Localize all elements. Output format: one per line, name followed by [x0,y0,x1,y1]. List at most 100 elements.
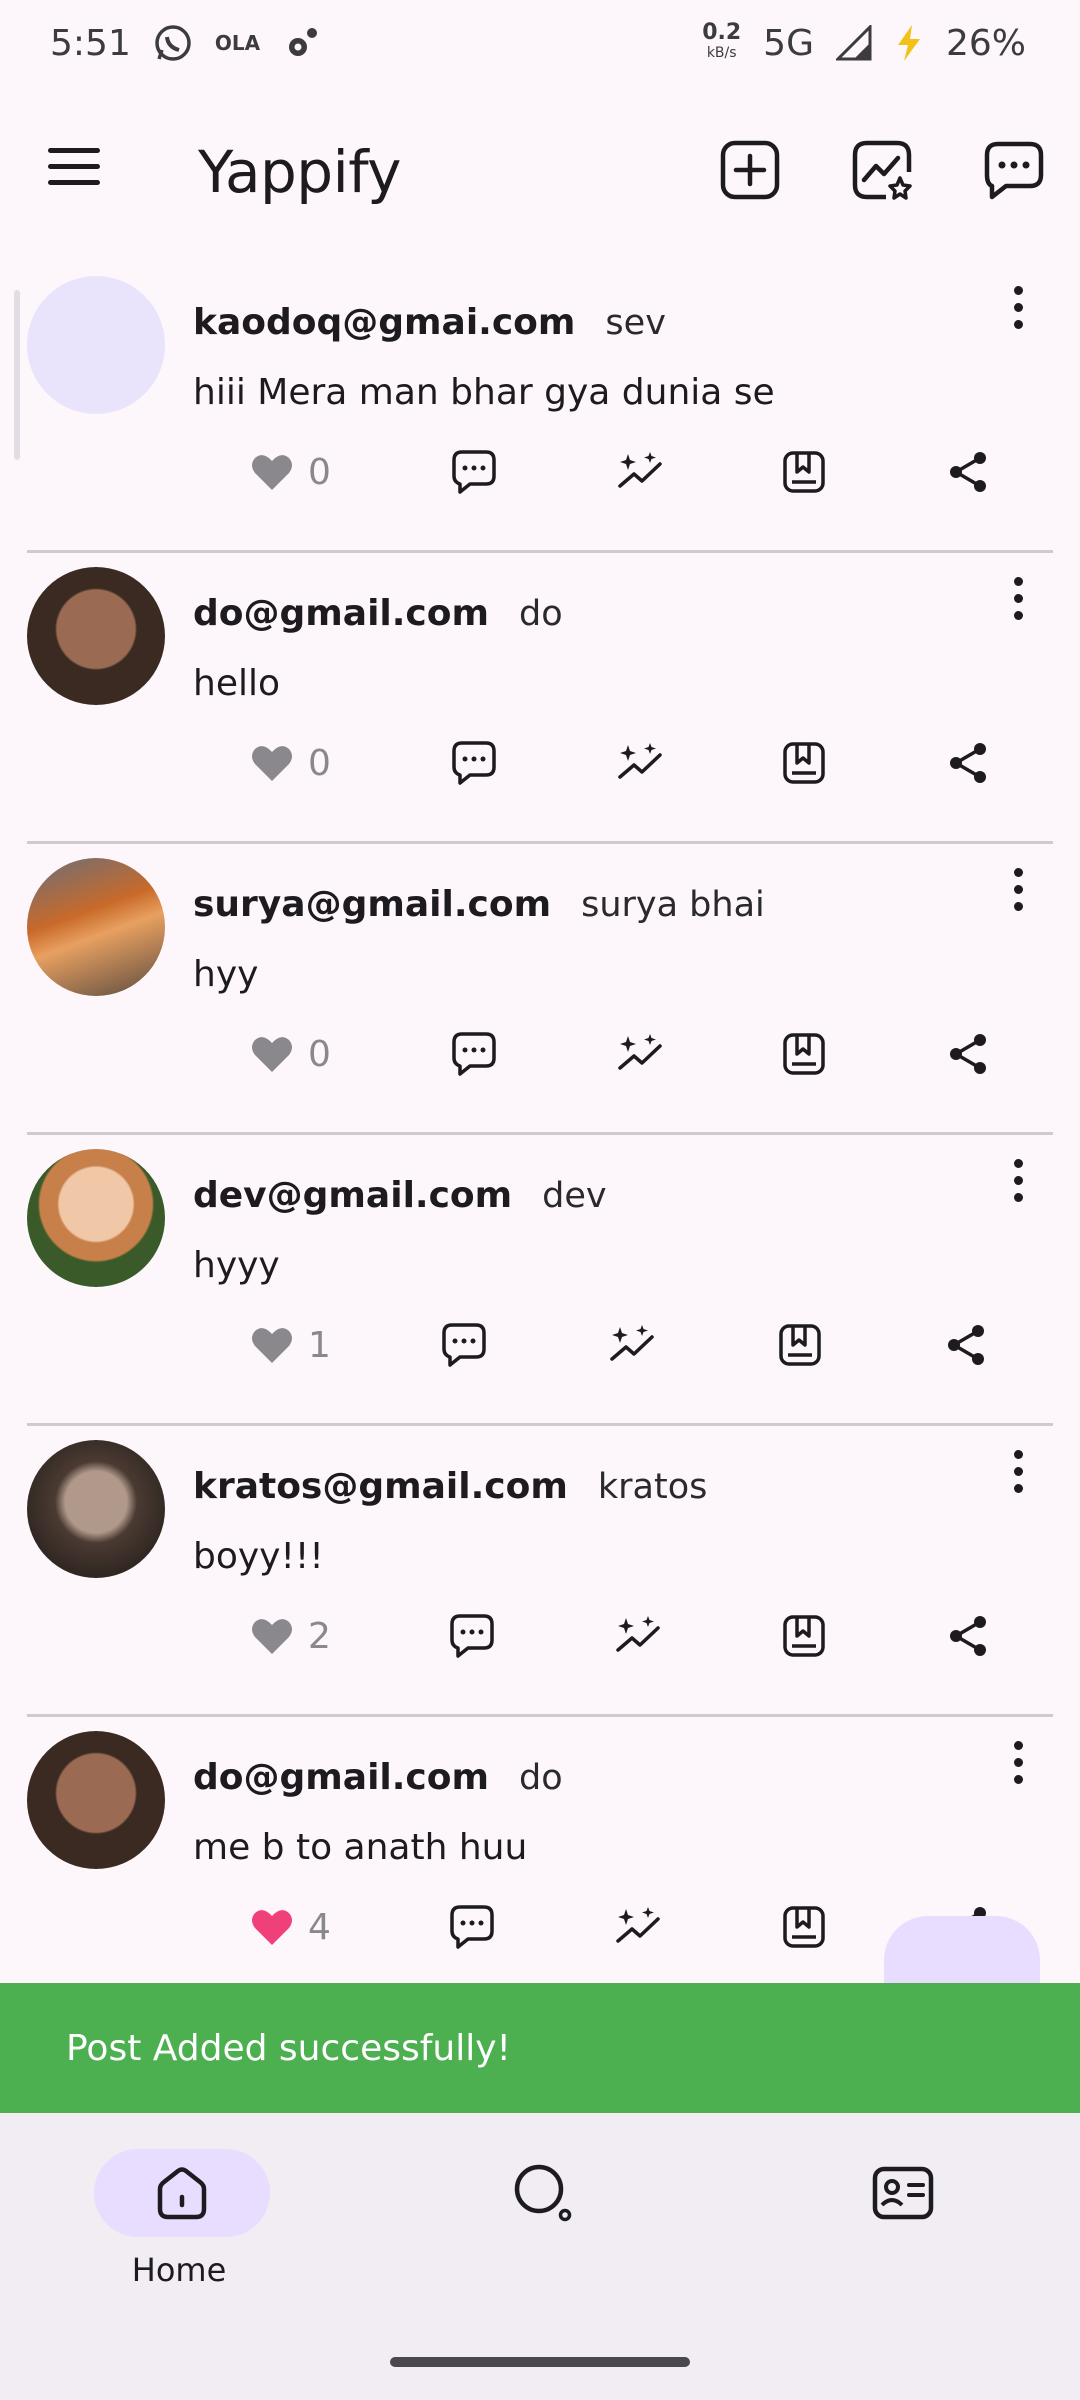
avatar[interactable] [27,1149,165,1287]
like-button[interactable]: 0 [250,1024,331,1084]
bookmark-icon[interactable] [776,1315,824,1375]
post-username: sev [605,303,666,343]
profile-card-icon [872,2166,934,2220]
add-post-icon[interactable] [718,138,782,202]
comment-icon[interactable] [440,1315,488,1375]
more-options-icon[interactable] [1006,1450,1030,1502]
network-type: 5G [763,22,814,64]
status-time: 5:51 [50,22,131,64]
like-button[interactable]: 0 [250,442,331,502]
post-email: kaodoq@gmai.com [193,302,576,343]
chat-icon[interactable] [982,138,1046,202]
more-options-icon[interactable] [1006,1159,1030,1211]
sparkle-trend-icon[interactable] [616,733,664,793]
nav-item-home[interactable]: Home [94,2149,270,2289]
like-count: 0 [308,1033,331,1075]
post-text: me b to anath huu [193,1827,528,1868]
bookmark-icon[interactable] [780,1897,828,1957]
bookmark-icon[interactable] [780,733,828,793]
post-email: do@gmail.com [193,1757,490,1798]
post-actions: 2 [250,1606,1010,1666]
comment-icon[interactable] [448,1897,496,1957]
share-icon[interactable] [946,733,990,793]
post-username: surya bhai [581,885,765,925]
post-header: surya@gmail.com surya bhai [193,884,765,925]
post-email: surya@gmail.com [193,884,552,925]
like-count: 2 [308,1615,331,1657]
comment-icon[interactable] [450,733,498,793]
post-header: do@gmail.com do [193,593,563,634]
post-email: kratos@gmail.com [193,1466,568,1507]
post-header: dev@gmail.com dev [193,1175,607,1216]
share-icon[interactable] [946,442,990,502]
more-options-icon[interactable] [1006,868,1030,920]
post-email: do@gmail.com [193,593,490,634]
more-options-icon[interactable] [1006,577,1030,629]
battery-level: 26% [945,22,1026,64]
nav-pill-home [94,2149,270,2237]
sparkle-trend-icon[interactable] [616,1024,664,1084]
charging-icon [897,25,920,61]
whatsapp-icon [155,25,191,61]
share-icon[interactable] [944,1315,988,1375]
like-button[interactable]: 4 [250,1897,331,1957]
post-text: hyy [193,954,259,995]
search-icon [514,2164,572,2222]
post-username: do [519,594,563,634]
post-item[interactable]: surya@gmail.com surya bhai hyy 0 [0,844,1080,1135]
snackbar: Post Added successfully! [0,1983,1080,2113]
share-icon[interactable] [946,1024,990,1084]
heart-icon [252,1328,292,1363]
post-actions: 0 [250,1024,1010,1084]
avatar[interactable] [27,1440,165,1578]
post-item[interactable]: dev@gmail.com dev hyyy 1 [0,1135,1080,1426]
more-options-icon[interactable] [1006,1741,1030,1793]
post-header: do@gmail.com do [193,1757,563,1798]
sparkle-trend-icon[interactable] [614,1897,662,1957]
nav-item-profile[interactable] [815,2149,985,2237]
comment-icon[interactable] [448,1606,496,1666]
share-icon[interactable] [946,1606,990,1666]
avatar[interactable] [27,567,165,705]
heart-icon [252,1037,292,1072]
comment-icon[interactable] [450,442,498,502]
bookmark-icon[interactable] [780,1606,828,1666]
post-header: kratos@gmail.com kratos [193,1466,707,1507]
post-email: dev@gmail.com [193,1175,513,1216]
nav-pill-search [455,2149,631,2237]
post-actions: 0 [250,442,1010,502]
menu-button[interactable] [48,148,104,192]
post-text: hiii Mera man bhar gya dunia se [193,372,775,413]
comment-icon[interactable] [450,1024,498,1084]
sparkle-trend-icon[interactable] [614,1606,662,1666]
nav-label-home: Home [131,2251,227,2289]
like-button[interactable]: 0 [250,733,331,793]
like-button[interactable]: 2 [250,1606,331,1666]
avatar[interactable] [27,276,165,414]
like-button[interactable]: 1 [250,1315,331,1375]
menu-icon [48,148,100,153]
post-item[interactable]: kratos@gmail.com kratos boyy!!! 2 [0,1426,1080,1717]
bookmark-icon[interactable] [780,1024,828,1084]
heart-icon [252,455,292,490]
home-indicator[interactable] [390,2357,690,2367]
bookmark-icon[interactable] [780,442,828,502]
nav-item-search[interactable] [455,2149,625,2237]
trending-icon[interactable] [850,138,914,202]
sparkle-trend-icon[interactable] [616,442,664,502]
sparkle-trend-icon[interactable] [608,1315,656,1375]
app-bar: Yappify [0,110,1080,230]
post-item[interactable]: kaodoq@gmai.com sev hiii Mera man bhar g… [0,262,1080,553]
like-count: 1 [308,1324,331,1366]
post-item[interactable]: do@gmail.com do hello 0 [0,553,1080,844]
avatar[interactable] [27,1731,165,1869]
post-feed: kaodoq@gmai.com sev hiii Mera man bhar g… [0,262,1080,1978]
post-username: dev [542,1176,607,1216]
settings-icon [289,28,318,56]
heart-icon [252,746,292,781]
nav-pill-profile [815,2149,991,2237]
more-options-icon[interactable] [1006,286,1030,338]
home-icon [157,2167,207,2220]
avatar[interactable] [27,858,165,996]
post-username: do [519,1758,563,1798]
